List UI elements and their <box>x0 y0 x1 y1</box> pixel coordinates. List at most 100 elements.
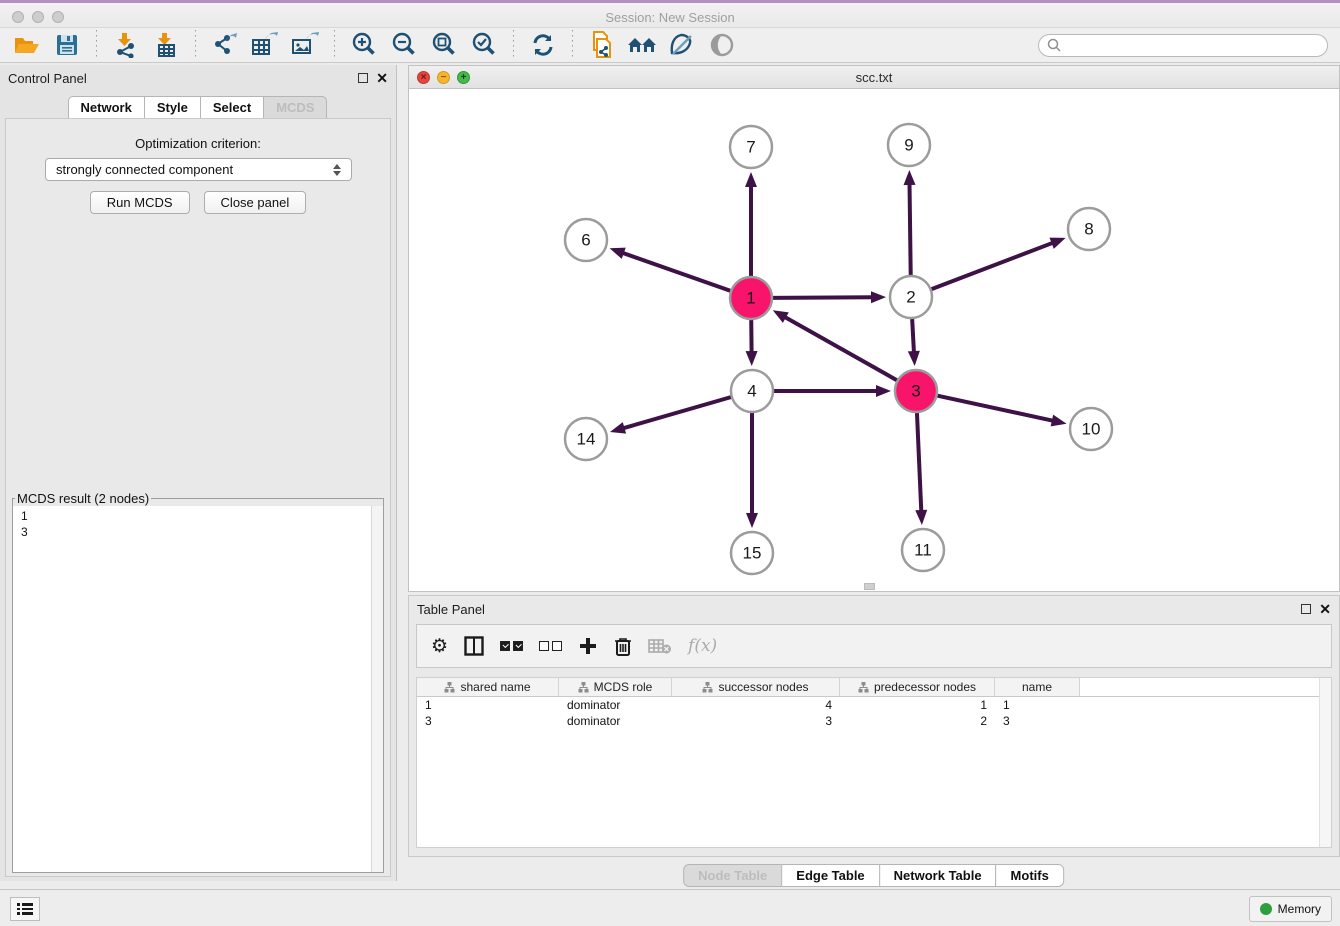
table-cell[interactable]: dominator <box>559 713 672 729</box>
memory-button[interactable]: Memory <box>1249 896 1332 922</box>
graph-edge-1-2[interactable] <box>773 297 873 298</box>
network-graph: 7968124314101511 <box>409 89 1339 591</box>
table-cell[interactable]: 3 <box>672 713 840 729</box>
search-box[interactable] <box>1038 34 1328 57</box>
table-cell[interactable]: 1 <box>995 697 1080 713</box>
column-header-label: predecessor nodes <box>874 680 976 694</box>
delete-table-icon[interactable] <box>648 633 672 659</box>
export-network-icon[interactable] <box>210 31 240 59</box>
graph-edge-1-6[interactable] <box>622 253 730 291</box>
table-cell[interactable]: 1 <box>840 697 995 713</box>
export-table-icon[interactable] <box>250 31 280 59</box>
network-canvas[interactable]: 7968124314101511 <box>409 89 1339 591</box>
toggle-column-icon[interactable] <box>464 633 484 659</box>
graph-edge-3-11[interactable] <box>917 413 921 512</box>
import-network-icon[interactable] <box>111 31 141 59</box>
zoom-selected-icon[interactable] <box>469 31 499 59</box>
table-cell[interactable]: 1 <box>417 697 559 713</box>
mcds-result-item: 3 <box>21 524 363 540</box>
show-graphics-details-icon[interactable] <box>667 31 697 59</box>
table-header-row: shared nameMCDS role successor nodes prede… <box>417 678 1331 697</box>
function-builder-icon[interactable]: f(x) <box>688 633 717 659</box>
graph-edge-3-10[interactable] <box>937 396 1053 421</box>
graph-arrowhead-1-2 <box>871 291 886 303</box>
table-cell[interactable]: 3 <box>417 713 559 729</box>
delete-column-icon[interactable] <box>614 633 632 659</box>
canvas-resize-grip[interactable] <box>864 583 875 590</box>
save-session-icon[interactable] <box>52 31 82 59</box>
settings-gear-icon[interactable]: ⚙ <box>431 633 448 659</box>
control-panel-close-icon[interactable]: ✕ <box>376 73 388 83</box>
tab-mcds[interactable]: MCDS <box>263 96 327 119</box>
task-history-button[interactable] <box>10 897 40 921</box>
graph-node-label-10: 10 <box>1082 420 1101 439</box>
optimization-criterion-label: Optimization criterion: <box>0 136 396 151</box>
column-header-shared-name[interactable]: shared name <box>417 678 559 696</box>
graph-arrowhead-1-4 <box>746 351 758 366</box>
tab-motifs[interactable]: Motifs <box>996 864 1064 887</box>
control-panel-float-icon[interactable] <box>358 73 368 83</box>
table-cell[interactable]: dominator <box>559 697 672 713</box>
graph-edge-4-14[interactable] <box>623 397 731 428</box>
column-header-name[interactable]: name <box>995 678 1080 696</box>
table-cell[interactable]: 4 <box>672 697 840 713</box>
main-toolbar <box>0 28 1340 63</box>
table-cell[interactable]: 3 <box>995 713 1080 729</box>
zoom-fit-icon[interactable] <box>429 31 459 59</box>
graph-node-label-2: 2 <box>906 288 915 307</box>
select-all-rows-icon[interactable] <box>500 633 523 659</box>
first-neighbors-icon[interactable] <box>627 31 657 59</box>
table-scrollbar[interactable] <box>1319 678 1331 847</box>
graph-edge-2-9[interactable] <box>910 183 911 275</box>
import-table-icon[interactable] <box>151 31 181 59</box>
graph-arrowhead-1-6 <box>610 248 626 259</box>
mcds-result-scrollbar[interactable] <box>371 506 383 872</box>
run-mcds-button[interactable]: Run MCDS <box>90 191 190 214</box>
graph-edge-2-8[interactable] <box>932 243 1054 290</box>
open-session-icon[interactable] <box>12 31 42 59</box>
graph-edge-3-1[interactable] <box>784 317 897 381</box>
toolbar-separator <box>195 30 196 60</box>
control-panel-title: Control Panel <box>8 71 87 86</box>
table-panel-float-icon[interactable] <box>1301 604 1311 614</box>
zoom-out-icon[interactable] <box>389 31 419 59</box>
tab-style[interactable]: Style <box>144 96 201 119</box>
graph-node-label-6: 6 <box>581 231 590 250</box>
add-column-icon[interactable] <box>578 633 598 659</box>
table-toolbar: ⚙ f(x) <box>416 624 1332 668</box>
search-icon <box>1047 38 1061 52</box>
network-window-titlebar[interactable]: × − + scc.txt <box>409 66 1339 89</box>
tab-select[interactable]: Select <box>200 96 264 119</box>
control-panel: Control Panel ✕ Network Style Select MCD… <box>0 65 397 881</box>
graph-edge-2-3[interactable] <box>912 319 914 353</box>
window-title: Session: New Session <box>0 3 1340 31</box>
graph-arrowhead-2-9 <box>904 170 916 185</box>
toolbar-separator <box>96 30 97 60</box>
zoom-in-icon[interactable] <box>349 31 379 59</box>
clone-network-icon[interactable] <box>587 31 617 59</box>
search-input[interactable] <box>1061 38 1319 52</box>
tab-node-table[interactable]: Node Table <box>683 864 782 887</box>
table-cell[interactable]: 2 <box>840 713 995 729</box>
column-header-successor-nodes[interactable]: successor nodes <box>672 678 840 696</box>
table-panel: Table Panel ✕ ⚙ f(x) shared nameMCDS rol… <box>408 595 1340 857</box>
memory-status-icon <box>1260 903 1272 915</box>
tab-network-table[interactable]: Network Table <box>879 864 997 887</box>
memory-label: Memory <box>1278 902 1321 916</box>
table-panel-close-icon[interactable]: ✕ <box>1319 604 1331 614</box>
close-panel-button[interactable]: Close panel <box>204 191 307 214</box>
refresh-icon[interactable] <box>528 31 558 59</box>
deselect-all-rows-icon[interactable] <box>539 633 562 659</box>
table-row[interactable]: 1dominator411 <box>417 697 1331 713</box>
tab-edge-table[interactable]: Edge Table <box>781 864 879 887</box>
column-header-predecessor-nodes[interactable]: predecessor nodes <box>840 678 995 696</box>
table-row[interactable]: 3dominator323 <box>417 713 1331 729</box>
export-image-icon[interactable] <box>290 31 320 59</box>
column-header-label: successor nodes <box>718 680 808 694</box>
graph-node-label-8: 8 <box>1084 220 1093 239</box>
control-panel-tabs: Network Style Select MCDS <box>0 96 396 119</box>
birds-eye-view-icon[interactable] <box>707 31 737 59</box>
optimization-criterion-select[interactable]: strongly connected component <box>45 158 352 181</box>
tab-network[interactable]: Network <box>68 96 145 119</box>
column-header-MCDS-role[interactable]: MCDS role <box>559 678 672 696</box>
